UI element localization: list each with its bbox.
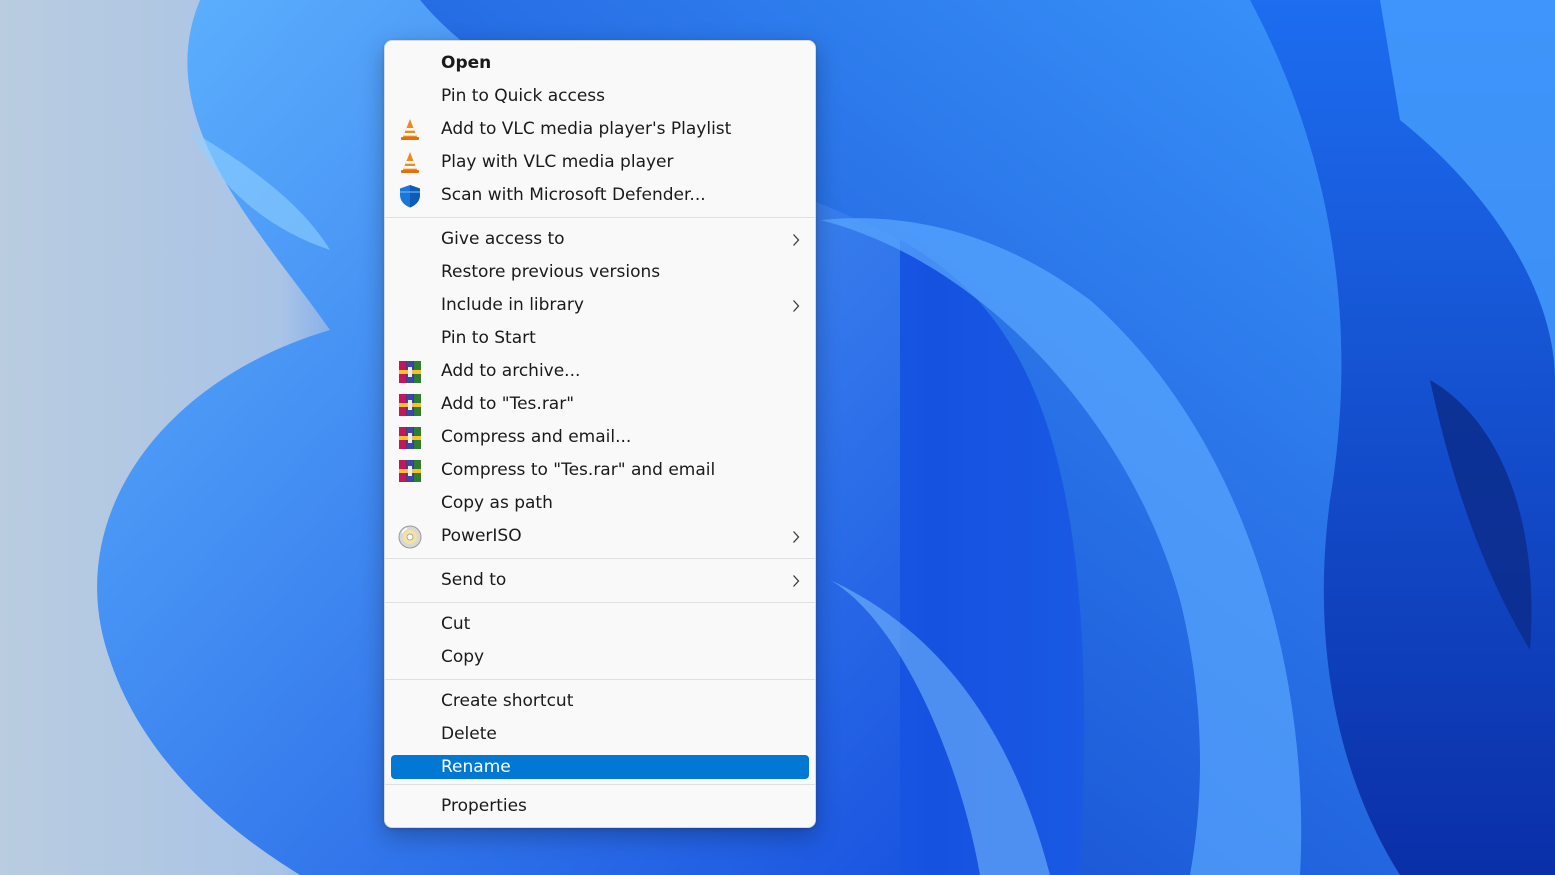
menu-item-label: Give access to — [441, 229, 565, 249]
menu-item-send-to[interactable]: Send to — [391, 564, 809, 597]
menu-item-properties[interactable]: Properties — [391, 790, 809, 823]
menu-item-label: Copy — [441, 647, 485, 667]
chevron-right-icon — [791, 299, 801, 313]
chevron-right-icon — [791, 530, 801, 544]
menu-item-label: Cut — [441, 614, 471, 634]
menu-item-label: PowerISO — [441, 526, 522, 546]
menu-item-cut[interactable]: Cut — [391, 608, 809, 641]
winrar-icon — [397, 359, 423, 385]
menu-item-label: Scan with Microsoft Defender... — [441, 185, 706, 205]
menu-item-create-shortcut[interactable]: Create shortcut — [391, 685, 809, 718]
menu-item-label: Pin to Start — [441, 328, 536, 348]
menu-item-open[interactable]: Open — [391, 47, 809, 80]
menu-item-scan-with-microsoft-defender[interactable]: Scan with Microsoft Defender... — [391, 179, 809, 212]
menu-item-add-to-vlc-media-player-s-playlist[interactable]: Add to VLC media player's Playlist — [391, 113, 809, 146]
menu-item-label: Add to archive... — [441, 361, 581, 381]
menu-item-include-in-library[interactable]: Include in library — [391, 289, 809, 322]
menu-item-give-access-to[interactable]: Give access to — [391, 223, 809, 256]
winrar-icon — [397, 458, 423, 484]
menu-separator — [385, 784, 815, 785]
menu-item-play-with-vlc-media-player[interactable]: Play with VLC media player — [391, 146, 809, 179]
menu-separator — [385, 558, 815, 559]
menu-item-label: Add to VLC media player's Playlist — [441, 119, 732, 139]
winrar-icon — [397, 392, 423, 418]
menu-item-compress-to-tes-rar-and-email[interactable]: Compress to "Tes.rar" and email — [391, 454, 809, 487]
menu-item-label: Properties — [441, 796, 527, 816]
menu-separator — [385, 602, 815, 603]
vlc-icon — [397, 150, 423, 176]
menu-item-label: Play with VLC media player — [441, 152, 674, 172]
winrar-icon — [397, 425, 423, 451]
vlc-icon — [397, 117, 423, 143]
menu-item-label: Add to "Tes.rar" — [441, 394, 575, 414]
menu-item-copy[interactable]: Copy — [391, 641, 809, 674]
menu-item-add-to-tes-rar[interactable]: Add to "Tes.rar" — [391, 388, 809, 421]
menu-separator — [385, 679, 815, 680]
menu-item-label: Compress and email... — [441, 427, 632, 447]
menu-item-label: Pin to Quick access — [441, 86, 606, 106]
menu-item-pin-to-quick-access[interactable]: Pin to Quick access — [391, 80, 809, 113]
menu-item-label: Restore previous versions — [441, 262, 661, 282]
menu-item-label: Open — [441, 53, 492, 73]
file-context-menu: Open Pin to Quick access Add to VLC media … — [384, 40, 816, 828]
menu-item-delete[interactable]: Delete — [391, 718, 809, 751]
menu-item-label: Include in library — [441, 295, 584, 315]
menu-item-label: Create shortcut — [441, 691, 574, 711]
menu-separator — [385, 217, 815, 218]
menu-item-label: Copy as path — [441, 493, 553, 513]
menu-item-label: Compress to "Tes.rar" and email — [441, 460, 716, 480]
chevron-right-icon — [791, 233, 801, 247]
poweriso-disc-icon — [397, 524, 423, 550]
menu-item-restore-previous-versions[interactable]: Restore previous versions — [391, 256, 809, 289]
menu-item-copy-as-path[interactable]: Copy as path — [391, 487, 809, 520]
chevron-right-icon — [791, 574, 801, 588]
menu-item-compress-and-email[interactable]: Compress and email... — [391, 421, 809, 454]
defender-shield-icon — [397, 183, 423, 209]
menu-item-pin-to-start[interactable]: Pin to Start — [391, 322, 809, 355]
menu-item-add-to-archive[interactable]: Add to archive... — [391, 355, 809, 388]
menu-item-rename[interactable]: Rename — [391, 755, 809, 779]
menu-item-poweriso[interactable]: PowerISO — [391, 520, 809, 553]
menu-item-label: Send to — [441, 570, 507, 590]
menu-item-label: Delete — [441, 724, 497, 744]
menu-item-label: Rename — [441, 757, 511, 777]
